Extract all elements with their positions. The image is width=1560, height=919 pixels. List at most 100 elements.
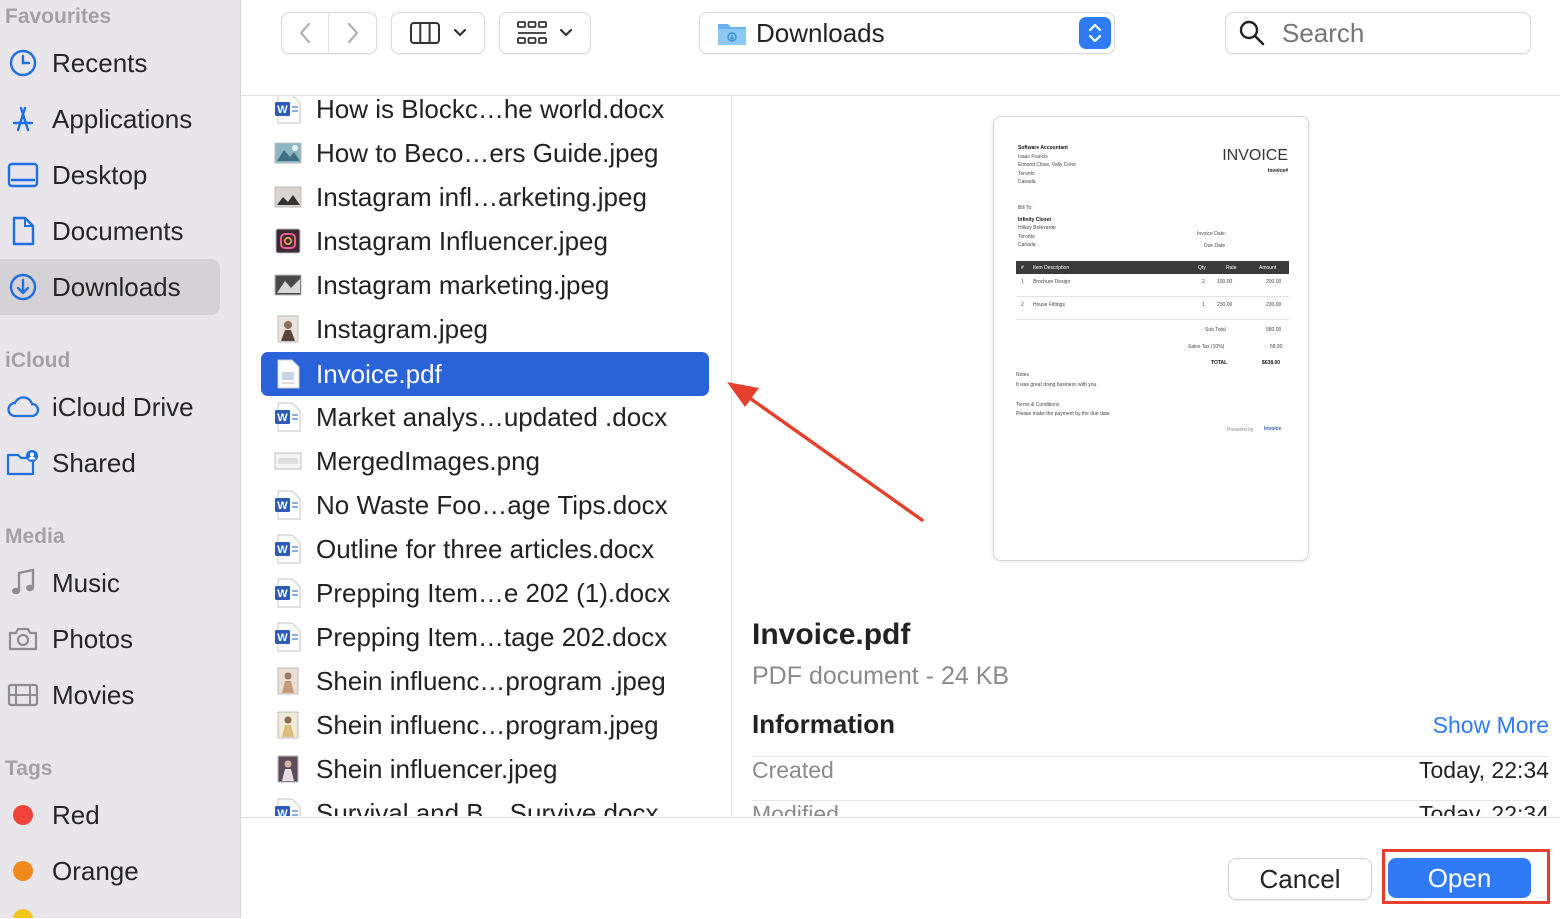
file-row[interactable]: W How is Blockc…he world.docx xyxy=(261,96,709,131)
sidebar-item-music[interactable]: Music xyxy=(0,555,220,611)
svg-text:W: W xyxy=(277,588,288,600)
tag-color-dot xyxy=(13,805,33,825)
chevron-down-icon xyxy=(559,28,573,37)
sidebar-item-photos[interactable]: Photos xyxy=(0,611,220,667)
sidebar-item-documents[interactable]: Documents xyxy=(0,203,220,259)
invoice-notes-label: Notes xyxy=(1016,372,1030,378)
file-name: Prepping Item…e 202 (1).docx xyxy=(316,577,671,608)
invoice-date-label: Invoice Date : xyxy=(1197,231,1228,237)
file-row[interactable]: Instagram.jpeg xyxy=(261,307,709,351)
invoice-client-address: Toronto xyxy=(1018,234,1035,240)
tag-color-dot xyxy=(13,861,33,881)
group-by-button[interactable] xyxy=(499,12,591,54)
forward-button[interactable] xyxy=(330,13,376,53)
invoice-address-line: Canada xyxy=(1018,179,1036,185)
sidebar-item-shared[interactable]: Shared xyxy=(0,435,220,491)
file-row[interactable]: W Prepping Item…tage 202.docx xyxy=(261,615,709,659)
sidebar-item-label: Applications xyxy=(52,103,193,134)
invoice-address-line: Toronto xyxy=(1018,171,1035,177)
invoice-bill-to: Bill To: xyxy=(1018,205,1033,211)
updown-chevron-icon xyxy=(1079,17,1111,49)
invoice-total-label: TOTAL xyxy=(1211,360,1228,366)
created-label: Created xyxy=(752,757,834,783)
sidebar-item-applications[interactable]: Applications xyxy=(0,91,220,147)
invoice-thumbnail: Software Accountant Isaac Francis Elmond… xyxy=(993,116,1309,561)
image-file-icon xyxy=(274,665,302,697)
image-file-icon xyxy=(274,313,302,345)
sidebar-item-label: Photos xyxy=(52,623,133,654)
sidebar-item-movies[interactable]: Movies xyxy=(0,667,220,723)
chevron-left-icon xyxy=(299,22,311,44)
file-row[interactable]: Shein influenc…program .jpeg xyxy=(261,659,709,703)
sidebar-item-desktop[interactable]: Desktop xyxy=(0,147,220,203)
file-row[interactable]: Shein influenc…program.jpeg xyxy=(261,703,709,747)
file-row[interactable]: Instagram Influencer.jpeg xyxy=(261,219,709,263)
file-row[interactable]: Instagram marketing.jpeg xyxy=(261,263,709,307)
image-file-icon xyxy=(274,709,302,741)
grid-icon xyxy=(517,21,547,44)
sidebar-item-downloads[interactable]: Downloads xyxy=(0,259,220,315)
invoice-address-line: Isaac Francis xyxy=(1018,154,1048,160)
file-row[interactable]: How to Beco…ers Guide.jpeg xyxy=(261,131,709,175)
invoice-address-line: Elmond Close, Vally Crest xyxy=(1018,162,1076,168)
preview-kind: PDF document - 24 KB xyxy=(752,662,1010,690)
back-button[interactable] xyxy=(282,13,329,53)
invoice-number: Invoice# xyxy=(1267,168,1288,174)
file-row[interactable]: W No Waste Foo…age Tips.docx xyxy=(261,483,709,527)
invoice-subtotal-label: Sub Total xyxy=(1205,327,1226,333)
information-heading: Information xyxy=(752,709,895,739)
invoice-brand-logo: Invoice xyxy=(1264,426,1282,432)
invoice-cell: 100.00 xyxy=(1217,279,1233,285)
sidebar-item-tag-orange[interactable]: Orange xyxy=(0,843,220,899)
show-more-link[interactable]: Show More xyxy=(1433,712,1549,739)
invoice-col: Rate xyxy=(1226,265,1237,271)
file-list: W How is Blockc…he world.docx How to Bec… xyxy=(241,96,732,816)
invoice-cell: 2 xyxy=(1202,279,1205,285)
file-row[interactable]: W Survival and B…Survive.docx xyxy=(261,791,709,816)
search-icon xyxy=(1239,20,1265,46)
file-row[interactable]: W Prepping Item…e 202 (1).docx xyxy=(261,571,709,615)
file-name: Instagram marketing.jpeg xyxy=(316,269,610,300)
created-value: Today, 22:34 xyxy=(1418,757,1549,783)
clock-icon xyxy=(6,46,40,80)
word-doc-icon: W xyxy=(274,489,302,521)
file-row-selected[interactable]: Invoice.pdf xyxy=(261,352,709,396)
location-popup[interactable]: Downloads xyxy=(699,12,1115,54)
dialog-footer: Cancel Open xyxy=(241,817,1560,919)
view-mode-button[interactable] xyxy=(391,12,485,54)
sidebar-item-label: Red xyxy=(52,799,100,830)
sidebar-item-recents[interactable]: Recents xyxy=(0,35,220,91)
file-row[interactable]: Shein influencer.jpeg xyxy=(261,747,709,791)
invoice-col: Qty xyxy=(1198,265,1206,271)
film-icon xyxy=(6,678,40,712)
file-row[interactable]: W Market analys…updated .docx xyxy=(261,395,709,439)
invoice-tax-label: Sales Tax (10%) xyxy=(1188,344,1225,350)
invoice-cell: Brochure Design xyxy=(1033,279,1071,285)
open-button[interactable]: Open xyxy=(1388,858,1531,898)
desktop-icon xyxy=(6,158,40,192)
invoice-cell: 1 xyxy=(1021,279,1024,285)
word-doc-icon: W xyxy=(274,533,302,565)
file-row[interactable]: MergedImages.png xyxy=(261,439,709,483)
svg-text:W: W xyxy=(277,412,288,424)
image-file-icon xyxy=(274,225,302,257)
cancel-button[interactable]: Cancel xyxy=(1228,858,1372,900)
svg-text:W: W xyxy=(277,500,288,512)
camera-icon xyxy=(6,622,40,656)
invoice-cell: 2 xyxy=(1021,302,1024,308)
download-icon xyxy=(6,270,40,304)
invoice-col: # xyxy=(1021,265,1024,271)
search-input[interactable] xyxy=(1280,16,1514,50)
file-name: Shein influencer.jpeg xyxy=(316,753,558,784)
sidebar-item-tag-red[interactable]: Red xyxy=(0,787,220,843)
file-row[interactable]: Instagram infl…arketing.jpeg xyxy=(261,175,709,219)
location-label: Downloads xyxy=(756,17,885,48)
sidebar-item-icloud-drive[interactable]: iCloud Drive xyxy=(0,379,220,435)
sidebar-item-label: Desktop xyxy=(52,159,148,190)
invoice-col: Amount xyxy=(1259,265,1277,271)
invoice-terms-label: Terms & Conditions xyxy=(1016,402,1060,408)
invoice-tax: 58.00 xyxy=(1270,344,1283,350)
sidebar-item-label: Downloads xyxy=(52,271,181,302)
search-field[interactable] xyxy=(1225,12,1531,54)
file-row[interactable]: W Outline for three articles.docx xyxy=(261,527,709,571)
